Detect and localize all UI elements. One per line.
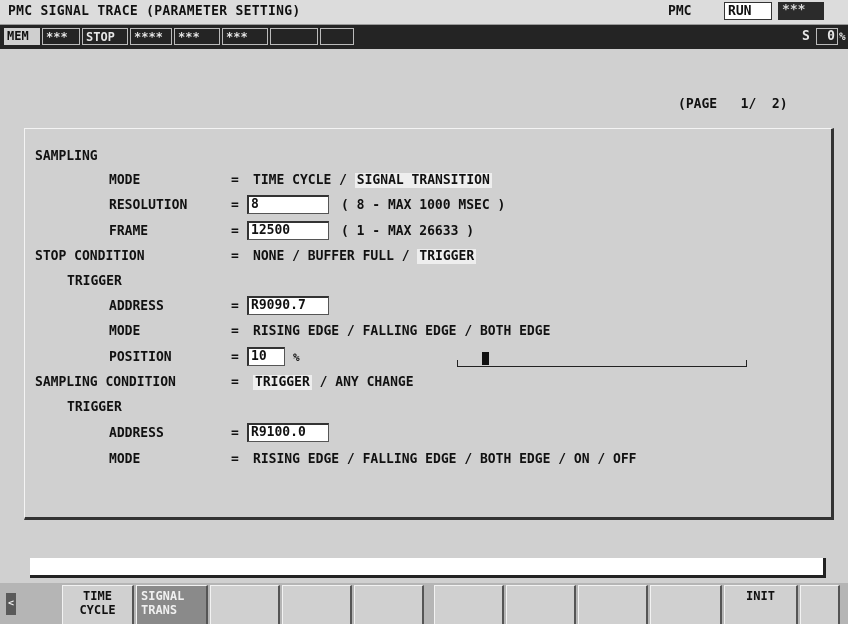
override-value: 0: [816, 28, 838, 45]
option-separator: /: [331, 173, 355, 188]
status-mode: MEM: [4, 28, 40, 45]
sampling-mode-time-cycle[interactable]: TIME CYCLE: [253, 173, 331, 188]
softkey-signal-trans[interactable]: SIGNAL TRANS: [136, 585, 208, 624]
status-field-6: [320, 28, 354, 45]
sampling-condition-header: SAMPLING CONDITION: [35, 375, 176, 390]
resolution-range: ( 8 - MAX 1000 MSEC ): [341, 198, 506, 213]
frame-input[interactable]: 12500: [247, 221, 329, 240]
resolution-input[interactable]: 8: [247, 195, 329, 214]
position-label: POSITION: [109, 350, 172, 365]
resolution-label: RESOLUTION: [109, 198, 188, 213]
sampling-trigger-address-input[interactable]: R9100.0: [247, 423, 329, 442]
stop-trigger-address-input[interactable]: R9090.7: [247, 296, 329, 315]
stop-trigger-mode-label: MODE: [109, 324, 141, 339]
spindle-label: S: [802, 29, 810, 44]
status-bar: MEM *** STOP **** *** *** S 0 %: [0, 25, 848, 49]
stop-condition-trigger[interactable]: TRIGGER: [417, 249, 477, 264]
softkey-9[interactable]: [650, 585, 722, 624]
softkey-time-cycle[interactable]: TIME CYCLE: [62, 585, 134, 624]
position-unit: %: [293, 351, 300, 364]
sampling-condition-any-change[interactable]: ANY CHANGE: [335, 375, 413, 390]
status-field-1: ***: [42, 28, 80, 45]
pmc-run-status: RUN: [724, 2, 772, 20]
parameter-panel: SAMPLING MODE = TIME CYCLE / SIGNAL TRAN…: [24, 128, 834, 520]
status-field-3: ***: [174, 28, 220, 45]
sampling-mode-options: TIME CYCLE / SIGNAL TRANSITION: [253, 172, 492, 190]
stop-condition-none[interactable]: NONE: [253, 249, 284, 264]
frame-range: ( 1 - MAX 26633 ): [341, 224, 475, 239]
stop-condition-options: NONE / BUFFER FULL / TRIGGER: [253, 249, 477, 264]
sampling-mode-label: MODE: [109, 173, 141, 188]
stop-condition-header: STOP CONDITION: [35, 249, 145, 264]
sampling-condition-options: TRIGGER / ANY CHANGE: [253, 375, 414, 390]
frame-label: FRAME: [109, 224, 149, 239]
sampling-trigger-header: TRIGGER: [67, 400, 122, 415]
position-marker: [482, 352, 489, 365]
position-scale-left-tick: [457, 360, 458, 367]
sampling-trigger-mode-options[interactable]: RISING EDGE / FALLING EDGE / BOTH EDGE /…: [253, 451, 637, 469]
softkey-init[interactable]: INIT: [724, 585, 798, 624]
title-bar: PMC SIGNAL TRACE (PARAMETER SETTING) PMC…: [0, 0, 848, 25]
stop-condition-buffer-full[interactable]: BUFFER FULL: [308, 249, 394, 264]
softkey-8[interactable]: [578, 585, 648, 624]
pmc-alarm-status: ***: [778, 2, 824, 20]
stop-condition-eq: =: [231, 249, 239, 264]
softkey-7[interactable]: [506, 585, 576, 624]
position-scale-right-tick: [746, 360, 747, 367]
sampling-trigger-mode-label: MODE: [109, 452, 141, 467]
sampling-condition-trigger[interactable]: TRIGGER: [253, 375, 312, 390]
page-indicator: (PAGE 1/ 2): [678, 97, 788, 112]
softkey-6[interactable]: [434, 585, 504, 624]
sampling-mode-signal-transition[interactable]: SIGNAL TRANSITION: [354, 173, 492, 188]
status-field-5: [270, 28, 318, 45]
pmc-label: PMC: [668, 4, 692, 19]
stop-trigger-mode-options[interactable]: RISING EDGE / FALLING EDGE / BOTH EDGE: [253, 323, 550, 341]
override-percent: %: [839, 30, 846, 43]
screen-title: PMC SIGNAL TRACE (PARAMETER SETTING): [8, 4, 301, 19]
stop-trigger-header: TRIGGER: [67, 274, 122, 289]
sampling-header: SAMPLING: [35, 149, 98, 164]
softkey-5[interactable]: [354, 585, 424, 624]
status-field-4: ***: [222, 28, 268, 45]
key-input-line[interactable]: [30, 558, 826, 578]
status-run: STOP: [82, 28, 128, 45]
status-field-2: ****: [130, 28, 172, 45]
softkey-right[interactable]: [800, 585, 840, 624]
stop-trigger-address-label: ADDRESS: [109, 299, 164, 314]
sampling-mode-eq: =: [231, 173, 239, 188]
softkey-left-arrow[interactable]: <: [6, 593, 16, 615]
softkey-bar: < TIME CYCLE SIGNAL TRANS INIT: [0, 583, 848, 624]
softkey-3[interactable]: [210, 585, 280, 624]
position-input[interactable]: 10: [247, 347, 285, 366]
sampling-trigger-address-label: ADDRESS: [109, 426, 164, 441]
position-scale: [457, 366, 747, 367]
softkey-4[interactable]: [282, 585, 352, 624]
